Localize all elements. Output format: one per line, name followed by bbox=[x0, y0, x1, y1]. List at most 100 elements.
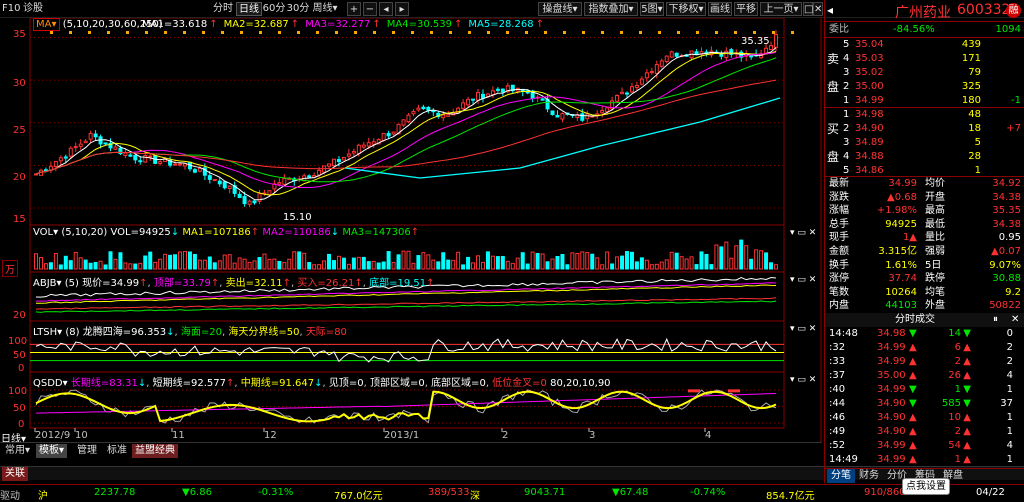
tab-ticks[interactable]: 分笔 bbox=[827, 469, 855, 483]
qsdd-header[interactable]: QSDD▾ 长期线=83.31↓, 短期线=92.577↑, 中期线=91.64… bbox=[33, 374, 611, 389]
scroll-right-button[interactable]: ▸ bbox=[395, 2, 409, 16]
volume-bar bbox=[356, 256, 361, 270]
diagnose-button[interactable]: 诊股 bbox=[22, 2, 44, 16]
signal-marker bbox=[335, 31, 338, 34]
pan-button[interactable]: 平移 bbox=[734, 2, 758, 16]
tab-standard[interactable]: 标准 bbox=[104, 444, 130, 458]
tick-volume-icon: ▲ bbox=[963, 412, 971, 423]
period-tab-60min[interactable]: 60分 bbox=[262, 2, 286, 16]
period-tab-weekly[interactable]: 周线▾ bbox=[310, 2, 340, 16]
zoom-in-button[interactable]: + bbox=[347, 2, 361, 16]
panel-menu-icons[interactable]: ▾ ▭ ✕ bbox=[790, 375, 816, 385]
tick-time: :40 bbox=[829, 384, 846, 395]
candle-body bbox=[555, 114, 560, 118]
volume-bar bbox=[749, 258, 754, 270]
candle-body bbox=[173, 163, 178, 166]
abjb-header[interactable]: ABJB▾ (5) 现价=34.99↑, 顶部=33.79↑, 卖出=32.11… bbox=[33, 274, 435, 289]
stat-value: 0.95 bbox=[998, 232, 1021, 244]
tick-time: 14:49 bbox=[829, 454, 858, 465]
volume-bar bbox=[615, 256, 620, 270]
volume-bar bbox=[222, 254, 227, 270]
restore-icon[interactable]: □ bbox=[803, 2, 813, 16]
volume-bar bbox=[73, 251, 78, 270]
tab-finance[interactable]: 财务 bbox=[855, 469, 883, 483]
close-icon[interactable]: ✕ bbox=[813, 2, 823, 16]
volume-bar bbox=[182, 250, 187, 270]
volume-bar bbox=[401, 250, 406, 270]
xaxis-label: 2013/1 bbox=[384, 430, 420, 441]
volume-bar bbox=[327, 253, 332, 270]
trading-line-button[interactable]: 操盘线▾ bbox=[538, 2, 582, 16]
signal-marker bbox=[392, 31, 395, 34]
period-tab-daily[interactable]: 日线 bbox=[236, 2, 262, 16]
panel-menu-icons[interactable]: ▾ ▭ ✕ bbox=[790, 275, 816, 285]
level-price: 34.88 bbox=[855, 151, 884, 162]
level-volume: 325 bbox=[961, 81, 981, 92]
volume-bar bbox=[262, 253, 267, 270]
ltsh-indicator-name[interactable]: LTSH▾ bbox=[33, 327, 62, 338]
rights-adjust-button[interactable]: 下移权▾ bbox=[666, 2, 706, 16]
volume-bar bbox=[163, 253, 168, 270]
level-number: 5 bbox=[843, 165, 850, 176]
signal-marker bbox=[639, 31, 642, 34]
volume-bar bbox=[192, 253, 197, 270]
panel-menu-icons[interactable]: ▾ ▭ ✕ bbox=[790, 228, 816, 238]
close-icon[interactable]: ✕ bbox=[1011, 313, 1019, 327]
period-tab-intraday[interactable]: 分时 bbox=[210, 2, 236, 16]
candle-body bbox=[540, 98, 545, 101]
candle-body bbox=[73, 146, 78, 149]
period-tab-30min[interactable]: 30分 bbox=[286, 2, 310, 16]
tab-yimeng-classic[interactable]: 益盟经典 bbox=[132, 444, 178, 458]
pause-icon[interactable]: ⏸ bbox=[993, 313, 998, 327]
tick-row: 14:49 34.99 ▲ 1 ▲ 1 bbox=[825, 453, 1024, 467]
expand-icon[interactable]: ◂ bbox=[827, 3, 833, 17]
candle-body bbox=[371, 141, 376, 145]
tab-template[interactable]: 模板▾ bbox=[36, 444, 68, 458]
stat-label: 换手 bbox=[829, 259, 849, 271]
signal-marker bbox=[278, 31, 281, 34]
volume-bar bbox=[515, 257, 520, 270]
tick-volume: 54 bbox=[948, 440, 961, 451]
draw-line-button[interactable]: 画线 bbox=[708, 2, 732, 16]
candle-body bbox=[386, 132, 391, 137]
volume-bar bbox=[212, 262, 217, 270]
xaxis-label: 3 bbox=[589, 430, 596, 441]
tick-row: :40 34.99 ▼ 1 ▼ 1 bbox=[825, 383, 1024, 397]
abjb-bottom: 底部=19.51 bbox=[369, 278, 427, 289]
index-overlay-button[interactable]: 指数叠加▾ bbox=[584, 2, 638, 16]
volume-bar bbox=[421, 252, 426, 270]
scroll-left-button[interactable]: ◂ bbox=[379, 2, 393, 16]
candle-body bbox=[237, 193, 242, 198]
volume-bar bbox=[629, 251, 634, 270]
stat-value: 34.38 bbox=[992, 191, 1021, 203]
abjb-indicator-name[interactable]: ABJB▾ bbox=[33, 278, 62, 289]
multi-chart-button[interactable]: 5图▾ bbox=[640, 2, 664, 16]
stat-value: 44103 bbox=[885, 300, 917, 312]
vol-indicator-name[interactable]: VOL▾ bbox=[33, 227, 58, 238]
signal-marker bbox=[582, 31, 585, 34]
volume-bar bbox=[68, 260, 73, 270]
abjb-line bbox=[35, 297, 777, 310]
sz-change: ▼67.48 bbox=[612, 487, 649, 498]
tick-count: 1 bbox=[1006, 426, 1013, 437]
vol-header[interactable]: VOL▾ (5,10,20) VOL=94925↓ MA1=107186↑ MA… bbox=[33, 227, 419, 238]
ma-indicator-name[interactable]: MA▾ bbox=[33, 18, 60, 31]
tick-row: 14:48 34.98 ▼ 14 ▼ 0 bbox=[825, 327, 1024, 341]
relation-tab[interactable]: 关联 bbox=[2, 467, 28, 481]
qsdd-indicator-name[interactable]: QSDD▾ bbox=[33, 378, 68, 389]
qsdd-long: 长期线=83.31 bbox=[70, 378, 138, 389]
f10-button[interactable]: F10 bbox=[2, 2, 20, 16]
panel-menu-icons[interactable]: ▾ ▭ ✕ bbox=[790, 324, 816, 334]
candle-body bbox=[500, 88, 505, 93]
zoom-out-button[interactable]: − bbox=[363, 2, 377, 16]
volume-bar bbox=[575, 253, 580, 270]
settings-tooltip[interactable]: 点我设置 bbox=[902, 478, 950, 495]
volume-bar bbox=[257, 256, 262, 270]
order-book-row: 1 34.98 48 bbox=[825, 108, 1024, 122]
tab-common[interactable]: 常用▾ bbox=[2, 444, 33, 458]
prev-page-button[interactable]: 上一页▾ bbox=[760, 2, 802, 16]
chart-area[interactable]: ▾ ▭ ✕ ▾ ▭ ✕ ▾ ▭ ✕ ▾ ▭ ✕ MA▾ (5,10,20,30,60,… bbox=[0, 18, 822, 445]
price-axis-label: 25 bbox=[13, 125, 26, 136]
ltsh-header[interactable]: LTSH▾ (8) 龙腾四海=96.353↓, 海面=20, 海天分界线=50,… bbox=[33, 323, 347, 338]
tab-manage[interactable]: 管理 bbox=[74, 444, 100, 458]
